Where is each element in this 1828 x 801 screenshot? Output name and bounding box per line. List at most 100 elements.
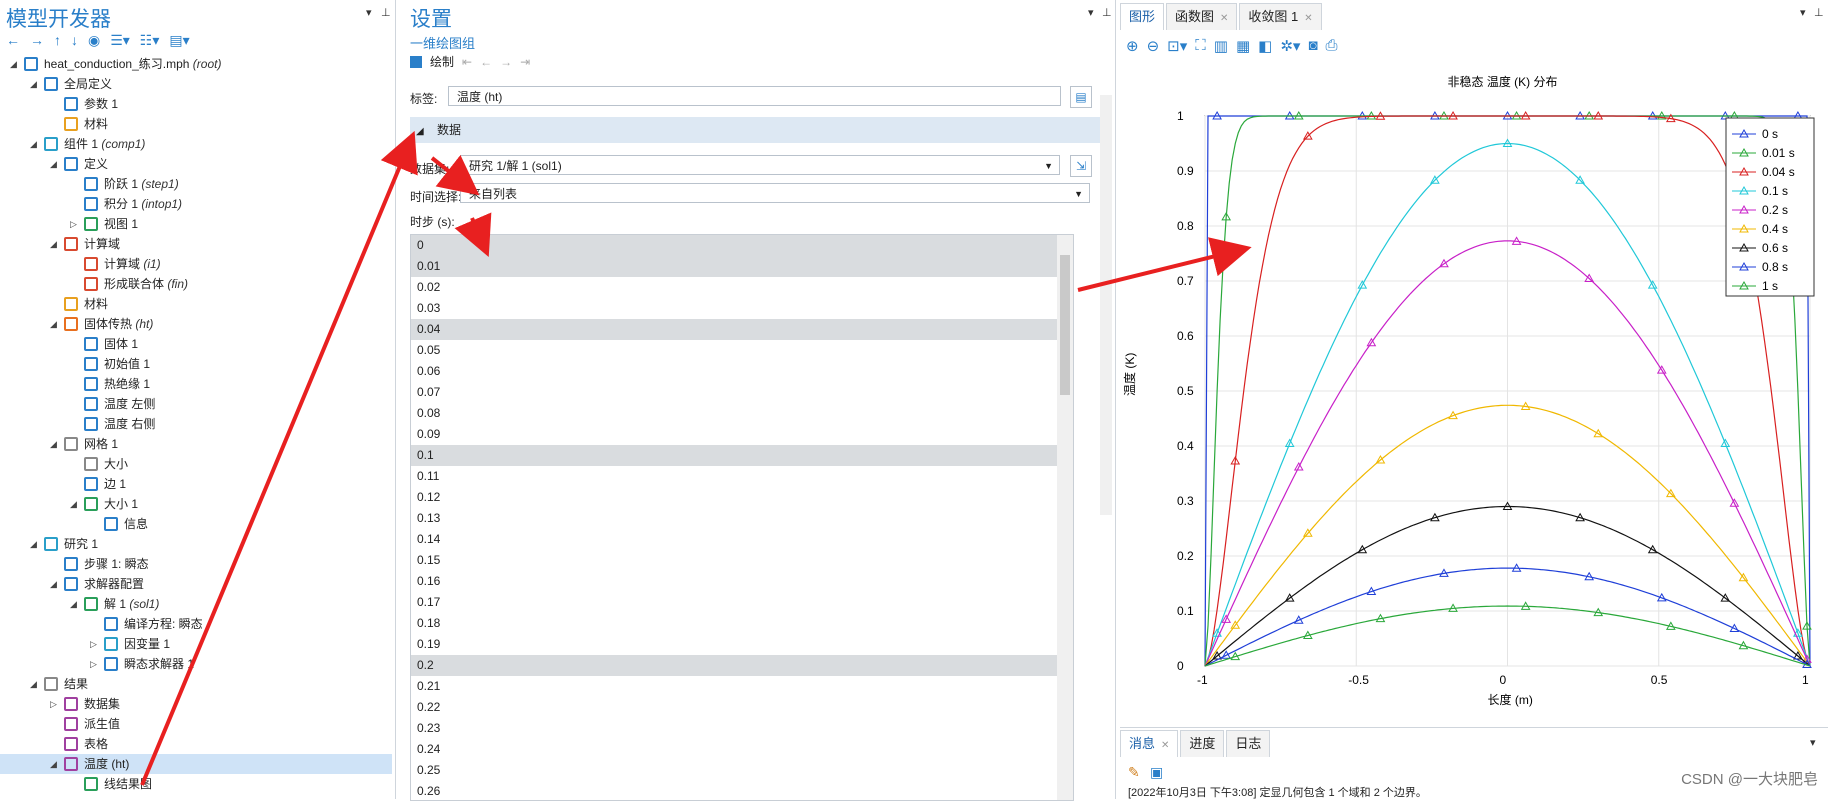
data-section-header[interactable]: ◢ 数据 (410, 117, 1100, 143)
last-icon[interactable]: ⇥ (520, 55, 530, 69)
timestep-item[interactable]: 0.18 (411, 613, 1073, 634)
pane-menu-icon[interactable]: ▾ (366, 6, 372, 19)
tree-item[interactable]: 材料 (0, 114, 392, 134)
tab[interactable]: 函数图 ✕ (1166, 3, 1238, 30)
timestep-item[interactable]: 0.2 (411, 655, 1073, 676)
tree-item[interactable]: 表格 (0, 734, 392, 754)
camera-icon[interactable]: ◙ (1308, 37, 1317, 55)
tree-item[interactable]: ◢ 计算域 (0, 234, 392, 254)
tree-toggle-icon[interactable]: ◢ (30, 134, 37, 154)
timestep-item[interactable]: 0.02 (411, 277, 1073, 298)
settings-menu-icon[interactable]: ▾ (1088, 6, 1094, 19)
tree-item[interactable]: ◢ 温度 (ht) (0, 754, 392, 774)
timestep-list[interactable]: 0 0.01 0.02 0.03 0.04 0.05 0.06 0.07 0.08 0.09 0.1… (410, 234, 1074, 801)
next-icon[interactable]: → (500, 55, 512, 69)
zoom-extents-icon[interactable]: ⛶ (1195, 37, 1206, 55)
timestep-item[interactable]: 0.06 (411, 361, 1073, 382)
tree-item[interactable]: 温度 右侧 (0, 414, 392, 434)
copy-icon[interactable]: ▣ (1150, 764, 1163, 781)
timestep-item[interactable]: 0.25 (411, 760, 1073, 781)
tree-toggle-icon[interactable]: ◢ (70, 594, 77, 614)
prev-icon[interactable]: ← (480, 55, 492, 69)
expand-icon[interactable]: ☰▾ (110, 32, 130, 49)
timestep-item[interactable]: 0.12 (411, 487, 1073, 508)
timestep-item[interactable]: 0.16 (411, 571, 1073, 592)
print-icon[interactable]: ⎙ (1326, 37, 1338, 55)
label-field[interactable]: 温度 (ht) (448, 86, 1061, 106)
timestep-item[interactable]: 0 (411, 235, 1073, 256)
tree-item[interactable]: 热绝缘 1 (0, 374, 392, 394)
tree-item[interactable]: 计算域 (i1) (0, 254, 392, 274)
tree-item[interactable]: ▷ 因变量 1 (0, 634, 392, 654)
tree-toggle-icon[interactable]: ◢ (50, 314, 57, 334)
plot-button[interactable]: 绘制 (430, 53, 454, 70)
grid-icon[interactable]: ▥ (1214, 37, 1228, 55)
tree-item[interactable]: ▷ 数据集 (0, 694, 392, 714)
tree-toggle-icon[interactable]: ◢ (30, 674, 37, 694)
tree-toggle-icon[interactable]: ◢ (50, 234, 57, 254)
timestep-item[interactable]: 0.05 (411, 340, 1073, 361)
tree-item[interactable]: ◢ 求解器配置 (0, 574, 392, 594)
timestep-item[interactable]: 0.07 (411, 382, 1073, 403)
timestep-item[interactable]: 0.22 (411, 697, 1073, 718)
tree-item[interactable]: ◢ 定义 (0, 154, 392, 174)
zoom-box-icon[interactable]: ⊡▾ (1167, 37, 1187, 55)
label-edit-icon[interactable]: ▤ (1070, 86, 1092, 108)
timestep-item[interactable]: 0.15 (411, 550, 1073, 571)
tree-item[interactable]: 信息 (0, 514, 392, 534)
tree-item[interactable]: 边 1 (0, 474, 392, 494)
tree-toggle-icon[interactable]: ▷ (70, 214, 77, 234)
close-icon[interactable]: ✕ (1220, 13, 1228, 24)
collapse-icon[interactable]: ☷▾ (140, 32, 160, 49)
tree-toggle-icon[interactable]: ◢ (50, 754, 57, 774)
tree-item[interactable]: ◢ 研究 1 (0, 534, 392, 554)
tree-item[interactable]: ◢ 网格 1 (0, 434, 392, 454)
zoom-in-icon[interactable]: ⊕ (1126, 37, 1139, 55)
timestep-item[interactable]: 0.01 (411, 256, 1073, 277)
timestep-scrollbar[interactable] (1057, 235, 1073, 800)
tree-item[interactable]: ◢ heat_conduction_练习.mph (root) (0, 54, 392, 74)
tree-item[interactable]: 积分 1 (intop1) (0, 194, 392, 214)
tree-item[interactable]: 编译方程: 瞬态 (0, 614, 392, 634)
tree-item[interactable]: ▷ 视图 1 (0, 214, 392, 234)
tree-item[interactable]: ◢ 大小 1 (0, 494, 392, 514)
timestep-item[interactable]: 0.13 (411, 508, 1073, 529)
timestep-item[interactable]: 0.14 (411, 529, 1073, 550)
tree-item[interactable]: 固体 1 (0, 334, 392, 354)
tree-item[interactable]: 参数 1 (0, 94, 392, 114)
tree-item[interactable]: 形成联合体 (fin) (0, 274, 392, 294)
line-chart[interactable]: 非稳态 温度 (K) 分布 -1 -0.5 0 0.5 1 0 0.1 0.2 0.3 0.4 0.5… (1120, 66, 1828, 726)
timestep-item[interactable]: 0.1 (411, 445, 1073, 466)
tree-item[interactable]: 阶跃 1 (step1) (0, 174, 392, 194)
tree-toggle-icon[interactable]: ▷ (50, 694, 57, 714)
tree-item[interactable]: ▷ 瞬态求解器 1 (0, 654, 392, 674)
move-up-icon[interactable]: ↑ (54, 32, 61, 49)
timestep-item[interactable]: 0.24 (411, 739, 1073, 760)
timestep-item[interactable]: 0.19 (411, 634, 1073, 655)
timestep-item[interactable]: 0.09 (411, 424, 1073, 445)
timestep-item[interactable]: 0.26 (411, 781, 1073, 800)
tree-item[interactable]: ◢ 组件 1 (comp1) (0, 134, 392, 154)
back-icon[interactable]: ← (6, 32, 20, 49)
tree-item[interactable]: 线结果图 (0, 774, 392, 794)
timestep-item[interactable]: 0.23 (411, 718, 1073, 739)
close-icon[interactable]: ✕ (1161, 740, 1169, 751)
tree-toggle-icon[interactable]: ◢ (10, 54, 17, 74)
tree-item[interactable]: ◢ 结果 (0, 674, 392, 694)
tree-toggle-icon[interactable]: ◢ (30, 534, 37, 554)
view-options-icon[interactable]: ▤▾ (169, 32, 189, 49)
tree-toggle-icon[interactable]: ▷ (90, 654, 97, 674)
tree-toggle-icon[interactable]: ◢ (70, 494, 77, 514)
messages-menu-icon[interactable]: ▾ (1810, 736, 1816, 749)
dataset-goto-icon[interactable]: ⇲ (1070, 155, 1092, 177)
tree-toggle-icon[interactable]: ◢ (50, 154, 57, 174)
close-icon[interactable]: ✕ (1304, 13, 1312, 24)
tab[interactable]: 图形 (1120, 3, 1165, 30)
tree-item[interactable]: ◢ 解 1 (sol1) (0, 594, 392, 614)
tree-item[interactable]: 初始值 1 (0, 354, 392, 374)
tree-item[interactable]: 派生值 (0, 714, 392, 734)
show-icon[interactable]: ◉ (88, 32, 100, 49)
tab[interactable]: 日志 (1226, 730, 1271, 757)
graphics-menu-icon[interactable]: ▾ (1800, 6, 1806, 19)
timestep-item[interactable]: 0.08 (411, 403, 1073, 424)
